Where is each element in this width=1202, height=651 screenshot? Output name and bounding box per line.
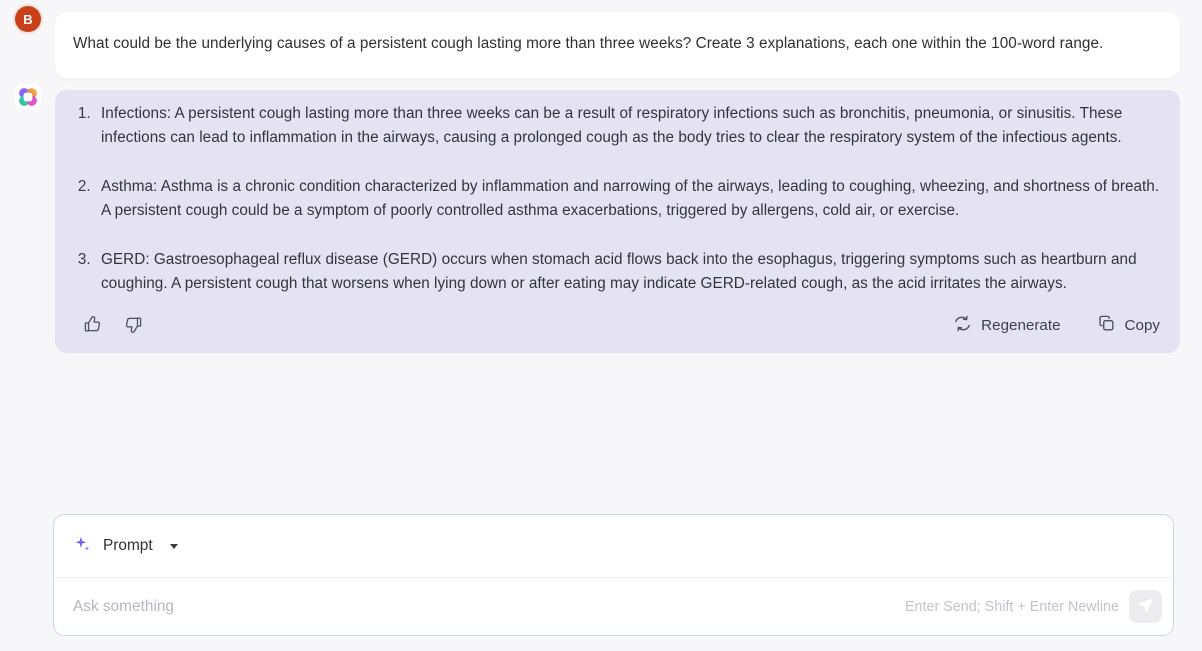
refresh-icon xyxy=(953,314,972,337)
thumbs-up-icon xyxy=(83,315,102,337)
assistant-explanation-list: Infections: A persistent cough lasting m… xyxy=(71,102,1164,296)
copy-label: Copy xyxy=(1124,317,1160,334)
list-item: GERD: Gastroesophageal reflux disease (G… xyxy=(95,248,1164,296)
search-input[interactable] xyxy=(73,597,895,616)
composer-input-row: Enter Send; Shift + Enter Newline xyxy=(54,578,1173,635)
feedback-actions xyxy=(83,315,143,337)
response-actions: Regenerate Copy xyxy=(953,314,1160,337)
user-avatar-gutter: B xyxy=(0,0,55,32)
composer-header: Prompt xyxy=(54,515,1173,578)
user-message-text: What could be the underlying causes of a… xyxy=(73,35,1104,52)
regenerate-label: Regenerate xyxy=(981,317,1061,334)
assistant-message-row: Infections: A persistent cough lasting m… xyxy=(0,78,1202,353)
thumbs-up-button[interactable] xyxy=(83,315,102,337)
user-message-bubble: What could be the underlying causes of a… xyxy=(55,12,1180,78)
message-action-bar: Regenerate Copy xyxy=(71,314,1164,343)
assistant-message-bubble: Infections: A persistent cough lasting m… xyxy=(55,90,1180,353)
list-item: Asthma: Asthma is a chronic condition ch… xyxy=(95,175,1164,223)
thumbs-down-icon xyxy=(124,315,143,337)
chat-conversation-root: B What could be the underlying causes of… xyxy=(0,0,1202,651)
regenerate-button[interactable]: Regenerate xyxy=(953,314,1061,337)
copy-button[interactable]: Copy xyxy=(1097,314,1160,337)
chevron-down-icon xyxy=(169,543,178,549)
assistant-avatar-gutter xyxy=(0,78,55,110)
prompt-composer: Prompt Enter Send; Shift + Enter Newline xyxy=(53,514,1174,636)
avatar: B xyxy=(15,6,41,32)
prompt-mode-selector[interactable]: Prompt xyxy=(73,535,178,557)
sparkle-icon xyxy=(73,535,92,557)
thumbs-down-button[interactable] xyxy=(124,315,143,337)
user-message-row: B What could be the underlying causes of… xyxy=(0,0,1202,78)
send-button[interactable] xyxy=(1129,590,1162,623)
send-paper-plane-icon xyxy=(1137,596,1155,617)
copy-icon xyxy=(1097,314,1116,337)
send-hint-text: Enter Send; Shift + Enter Newline xyxy=(904,598,1119,615)
prompt-label: Prompt xyxy=(103,537,153,554)
list-item: Infections: A persistent cough lasting m… xyxy=(95,102,1164,150)
sparkle-clover-icon xyxy=(15,84,41,110)
